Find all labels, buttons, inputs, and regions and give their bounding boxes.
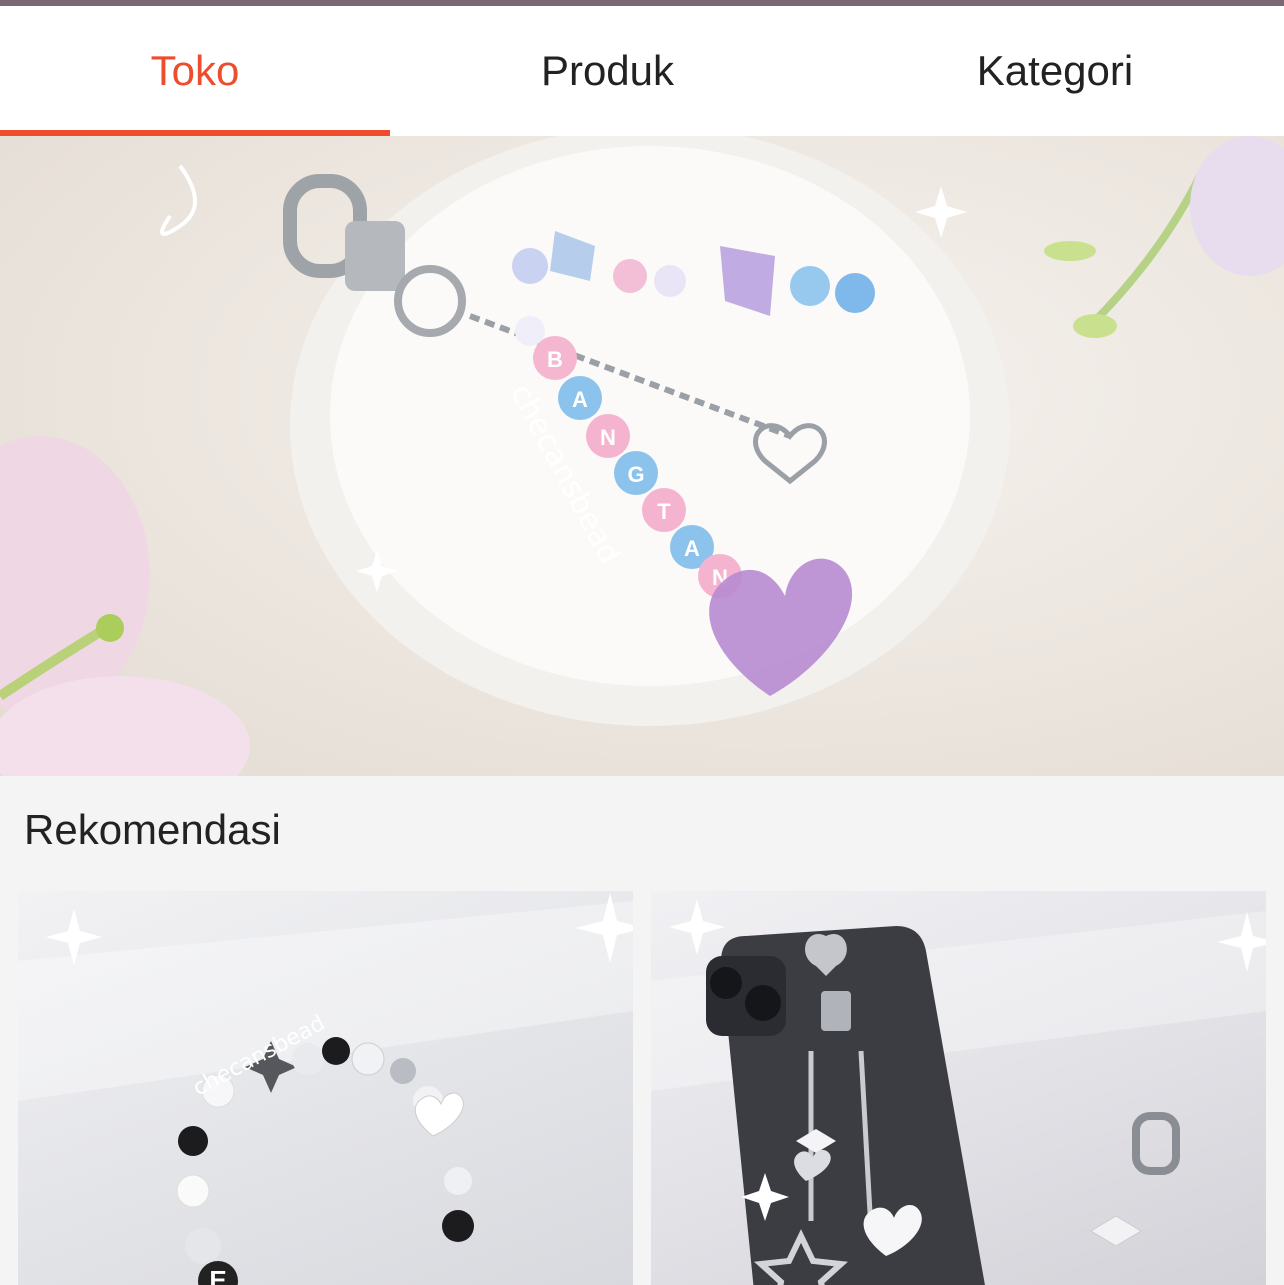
tab-toko[interactable]: Toko [0,6,390,136]
product-card[interactable] [651,891,1266,1285]
bead-letter: A [572,387,588,412]
tab-produk[interactable]: Produk [410,6,805,136]
bead-letter: G [627,462,644,487]
tab-kategori[interactable]: Kategori [860,6,1250,136]
shop-tab-bar: Toko Produk Kategori [0,6,1284,136]
bead-letter: E [209,1265,226,1285]
bead-letter: T [657,499,671,524]
product-card[interactable]: E checansbead [18,891,633,1285]
shop-banner-image[interactable]: B A N G T A N checansbead [0,136,1284,776]
recommendation-section-title: Rekomendasi [24,806,281,853]
bead-letter: A [684,536,700,561]
bead-letter: B [547,347,563,372]
bead-letter: N [600,425,616,450]
